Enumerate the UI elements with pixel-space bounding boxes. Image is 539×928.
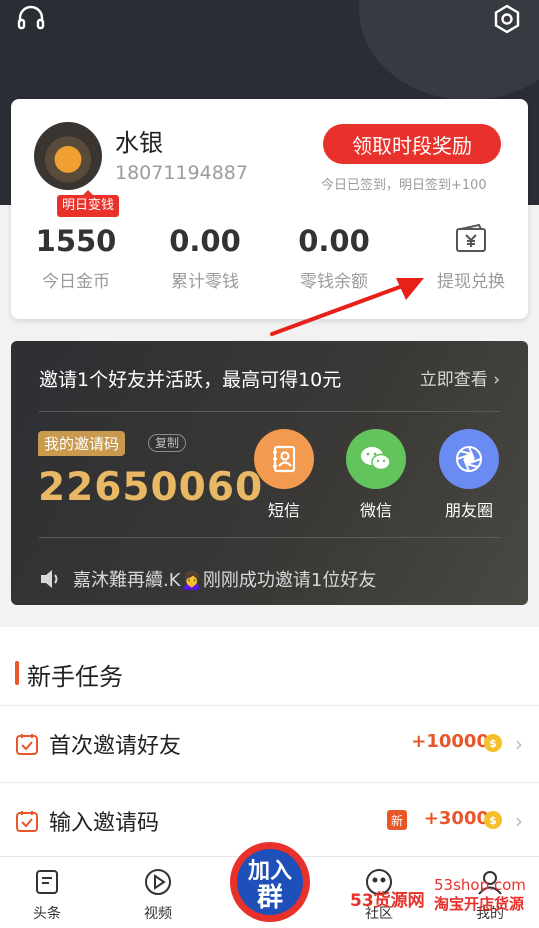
stat-label: 累计零钱 [171,272,239,292]
contact-book-icon [254,429,314,489]
copy-button[interactable]: 复制 [148,434,187,452]
stat-total-change[interactable]: 0.00 累计零钱 [150,223,260,292]
new-tag: 新 [387,810,407,830]
tomorrow-money-badge: 明日变钱 [57,190,120,217]
invite-code-label: 我的邀请码 [38,431,126,456]
invite-ticker: 嘉沐難再續.K🙍‍♀️刚刚成功邀请1位好友 [39,566,376,595]
badge-line-1: 加入 [247,859,292,884]
coin-icon: $ [484,734,502,752]
task-reward: +3000 [423,808,489,829]
signin-status: 今日已签到，明日签到+100 [321,178,487,193]
share-moments-button[interactable]: 朋友圈 [429,429,509,521]
withdraw-label: 提现兑换 [437,272,505,292]
invite-card: 邀请1个好友并活跃，最高可得10元 立即查看 › 我的邀请码 复制 226500… [11,341,528,605]
promo-slogan: 淘宝开店货源 [434,895,525,913]
news-icon [12,867,82,897]
user-name: 水银 [115,129,163,157]
share-sms-label: 短信 [267,501,300,520]
tab-video[interactable]: 视频 [123,867,193,923]
badge-line-2: 群 [256,883,283,913]
stat-value: 0.00 [298,224,370,258]
camera-aperture-icon [439,429,499,489]
share-moments-label: 朋友圈 [444,501,493,520]
claim-reward-button[interactable]: 领取时段奖励 [323,124,501,164]
invite-code: 22650060 [38,465,264,510]
tasks-title: 新手任务 [15,657,123,692]
stat-value: 1550 [35,224,117,258]
chevron-right-icon: › [493,370,500,390]
stat-today-coins[interactable]: 1550 今日金币 [21,223,131,292]
promo-url: 53shop.com [434,876,526,894]
task-label: 首次邀请好友 [49,734,182,759]
headset-icon[interactable] [14,2,48,36]
task-row[interactable]: 首次邀请好友 +10000 $ › [0,705,539,781]
avatar[interactable] [34,122,102,190]
gear-hexagon-icon[interactable] [490,2,524,36]
annotation-arrow [270,278,424,336]
view-now-link[interactable]: 立即查看 › [420,365,500,390]
divider [39,537,500,538]
play-circle-icon [123,867,193,897]
join-group-badge: 加入 群 [230,842,310,922]
tab-label: 视频 [144,906,172,922]
chevron-right-icon: › [515,809,523,833]
task-label: 输入邀请码 [49,811,160,836]
coin-icon: $ [484,811,502,829]
ticker-text: 嘉沐難再續.K🙍‍♀️刚刚成功邀请1位好友 [73,570,377,591]
calendar-check-icon [15,809,39,837]
wechat-icon [346,429,406,489]
invite-title: 邀请1个好友并活跃，最高可得10元 [39,369,342,391]
tab-label: 头条 [33,906,61,922]
chevron-right-icon: › [515,732,523,756]
promo-brand: 53货源网 [350,891,425,911]
calendar-check-icon [15,732,39,760]
share-wechat-button[interactable]: 微信 [336,429,416,521]
stat-label: 今日金币 [42,272,110,292]
divider [39,411,500,412]
tab-headlines[interactable]: 头条 [12,867,82,923]
withdraw-button[interactable]: 提现兑换 [416,223,526,292]
user-phone: 18071194887 [115,162,248,184]
task-reward: +10000 [411,731,489,752]
share-sms-button[interactable]: 短信 [244,429,324,521]
wallet-yen-icon [416,223,526,255]
view-now-label: 立即查看 [419,370,488,390]
share-wechat-label: 微信 [359,501,392,520]
speaker-icon [39,568,63,595]
stat-value: 0.00 [169,224,241,258]
